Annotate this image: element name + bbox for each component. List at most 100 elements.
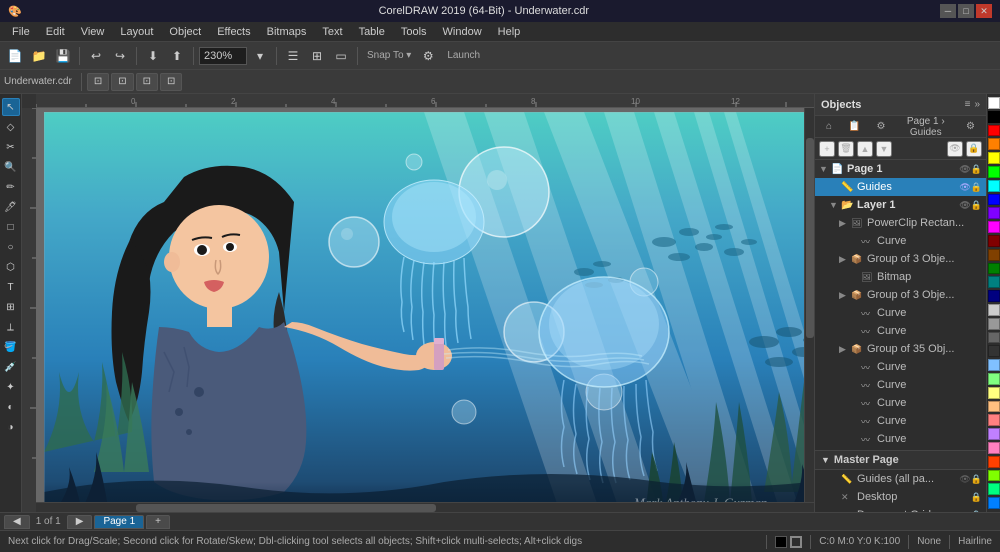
color-swatch-lightgreen[interactable] bbox=[988, 373, 1000, 385]
color-swatch-lightblue[interactable] bbox=[988, 359, 1000, 371]
polygon-tool[interactable]: ⬡ bbox=[2, 258, 20, 276]
menu-table[interactable]: Table bbox=[351, 22, 393, 42]
tree-item-curve5[interactable]: 〰 Curve bbox=[815, 376, 986, 394]
color-swatch-salmon[interactable] bbox=[988, 414, 1000, 426]
ellipse-tool[interactable]: ○ bbox=[2, 238, 20, 256]
close-button[interactable]: ✕ bbox=[976, 4, 992, 18]
eyedropper-tool[interactable]: 💉 bbox=[2, 358, 20, 376]
tree-item-powerclip[interactable]: ▶ 🖼 PowerClip Rectan... bbox=[815, 214, 986, 232]
tree-lock-docgrid[interactable]: 🔒 bbox=[971, 510, 982, 513]
color-swatch-darkteal[interactable] bbox=[988, 276, 1000, 288]
tree-item-group2[interactable]: ▶ 📦 Group of 3 Obje... bbox=[815, 286, 986, 304]
color-swatch-darkred[interactable] bbox=[988, 235, 1000, 247]
redo-button[interactable]: ↪ bbox=[109, 45, 131, 67]
minimize-button[interactable]: ─ bbox=[940, 4, 956, 18]
open-button[interactable]: 📁 bbox=[28, 45, 50, 67]
tab-page-icon[interactable]: 📋 bbox=[841, 119, 867, 135]
snap-btn-1[interactable]: ⊡ bbox=[87, 73, 109, 91]
color-swatch-gray40[interactable] bbox=[988, 332, 1000, 344]
h-scrollbar[interactable] bbox=[36, 502, 814, 512]
menu-text[interactable]: Text bbox=[314, 22, 350, 42]
color-swatch-gray60[interactable] bbox=[988, 318, 1000, 330]
color-swatch-darkblue[interactable] bbox=[988, 290, 1000, 302]
obj-move-up[interactable]: ▲ bbox=[857, 141, 873, 157]
color-swatch-darkgreen[interactable] bbox=[988, 263, 1000, 275]
obj-move-down[interactable]: ▼ bbox=[876, 141, 892, 157]
canvas-area[interactable]: 0 2 4 6 8 10 12 bbox=[22, 94, 814, 512]
color-swatch-purple[interactable] bbox=[988, 207, 1000, 219]
export-button[interactable]: ⬆ bbox=[166, 45, 188, 67]
table-tool[interactable]: ⊞ bbox=[2, 298, 20, 316]
transparency-tool[interactable]: ◑ bbox=[2, 418, 20, 436]
panel-settings-btn[interactable]: ⚙ bbox=[959, 119, 982, 135]
parallel-tool[interactable]: ⟂ bbox=[2, 318, 20, 336]
color-swatch-pink[interactable] bbox=[988, 221, 1000, 233]
tree-item-guides[interactable]: 📏 Guides 👁 🔒 bbox=[815, 178, 986, 196]
zoom-tool[interactable]: 🔍 bbox=[2, 158, 20, 176]
nav-prev-page[interactable]: ◀ bbox=[4, 515, 30, 529]
menu-tools[interactable]: Tools bbox=[393, 22, 435, 42]
tree-item-page1[interactable]: ▼ 📄 Page 1 👁 🔒 bbox=[815, 160, 986, 178]
fill-tool[interactable]: 🪣 bbox=[2, 338, 20, 356]
color-swatch-brown[interactable] bbox=[988, 249, 1000, 261]
color-swatch-orange[interactable] bbox=[988, 138, 1000, 150]
color-swatch-darkorange[interactable] bbox=[988, 456, 1000, 468]
crop-tool[interactable]: ✂ bbox=[2, 138, 20, 156]
menu-effects[interactable]: Effects bbox=[209, 22, 258, 42]
color-swatch-green[interactable] bbox=[988, 166, 1000, 178]
tree-lock-page1[interactable]: 🔒 bbox=[971, 164, 982, 175]
master-page-header[interactable]: ▼ Master Page bbox=[815, 450, 986, 470]
obj-delete[interactable]: 🗑 bbox=[838, 141, 854, 157]
tree-lock-guides[interactable]: 🔒 bbox=[971, 182, 982, 193]
tree-item-curve7[interactable]: 〰 Curve bbox=[815, 412, 986, 430]
page-tab-1[interactable]: Page 1 bbox=[94, 515, 144, 529]
select-tool[interactable]: ↖ bbox=[2, 98, 20, 116]
tree-item-curve3[interactable]: 〰 Curve bbox=[815, 322, 986, 340]
tab-settings-icon[interactable]: ⚙ bbox=[870, 119, 893, 135]
v-scrollbar[interactable] bbox=[804, 108, 814, 502]
zoom-dropdown[interactable]: ▾ bbox=[249, 45, 271, 67]
h-scrollbar-thumb[interactable] bbox=[136, 504, 436, 512]
view-grid[interactable]: ⊞ bbox=[306, 45, 328, 67]
settings-button[interactable]: ⚙ bbox=[417, 45, 439, 67]
obj-eye-all[interactable]: 👁 bbox=[947, 141, 963, 157]
panel-icon-1[interactable]: ≡ bbox=[965, 99, 971, 110]
tree-eye-guides[interactable]: 👁 bbox=[959, 182, 970, 193]
add-page-btn[interactable]: + bbox=[146, 515, 170, 529]
color-swatch-lavender[interactable] bbox=[988, 428, 1000, 440]
color-swatch-black[interactable] bbox=[988, 111, 1000, 123]
maximize-button[interactable]: □ bbox=[958, 4, 974, 18]
menu-edit[interactable]: Edit bbox=[38, 22, 73, 42]
tree-item-group1[interactable]: ▶ 📦 Group of 3 Obje... bbox=[815, 250, 986, 268]
color-swatch-lightorange[interactable] bbox=[988, 401, 1000, 413]
tree-eye-layer1[interactable]: 👁 bbox=[959, 200, 970, 211]
view-preview[interactable]: ▭ bbox=[330, 45, 352, 67]
artpen-tool[interactable]: 🖊 bbox=[2, 198, 20, 216]
obj-lock-all[interactable]: 🔒 bbox=[966, 141, 982, 157]
color-swatch-yellow[interactable] bbox=[988, 152, 1000, 164]
snap-btn-2[interactable]: ⊡ bbox=[111, 73, 133, 91]
color-swatch-teal[interactable] bbox=[988, 180, 1000, 192]
color-swatch-mauve[interactable] bbox=[988, 442, 1000, 454]
save-button[interactable]: 💾 bbox=[52, 45, 74, 67]
tree-lock-desktop[interactable]: 🔒 bbox=[971, 492, 982, 503]
view-simple[interactable]: ☰ bbox=[282, 45, 304, 67]
color-swatch-azure[interactable] bbox=[988, 497, 1000, 509]
tree-item-curve1[interactable]: 〰 Curve bbox=[815, 232, 986, 250]
undo-button[interactable]: ↩ bbox=[85, 45, 107, 67]
menu-bitmaps[interactable]: Bitmaps bbox=[259, 22, 315, 42]
menu-file[interactable]: File bbox=[4, 22, 38, 42]
tree-eye-page1[interactable]: 👁 bbox=[959, 164, 970, 175]
tree-lock-layer1[interactable]: 🔒 bbox=[971, 200, 982, 211]
tree-eye-guides-all[interactable]: 👁 bbox=[959, 474, 970, 485]
color-swatch-gray80[interactable] bbox=[988, 304, 1000, 316]
tree-item-layer1[interactable]: ▼ 📂 Layer 1 👁 🔒 bbox=[815, 196, 986, 214]
rect-tool[interactable]: □ bbox=[2, 218, 20, 236]
menu-view[interactable]: View bbox=[73, 22, 113, 42]
color-swatch-chartreuse[interactable] bbox=[988, 470, 1000, 482]
snap-btn-3[interactable]: ⊡ bbox=[136, 73, 158, 91]
new-button[interactable]: 📄 bbox=[4, 45, 26, 67]
color-swatch-blue[interactable] bbox=[988, 194, 1000, 206]
color-swatch-red[interactable] bbox=[988, 125, 1000, 137]
tree-item-docgrid[interactable]: ✕ Document Grid 🔒 bbox=[815, 506, 986, 512]
